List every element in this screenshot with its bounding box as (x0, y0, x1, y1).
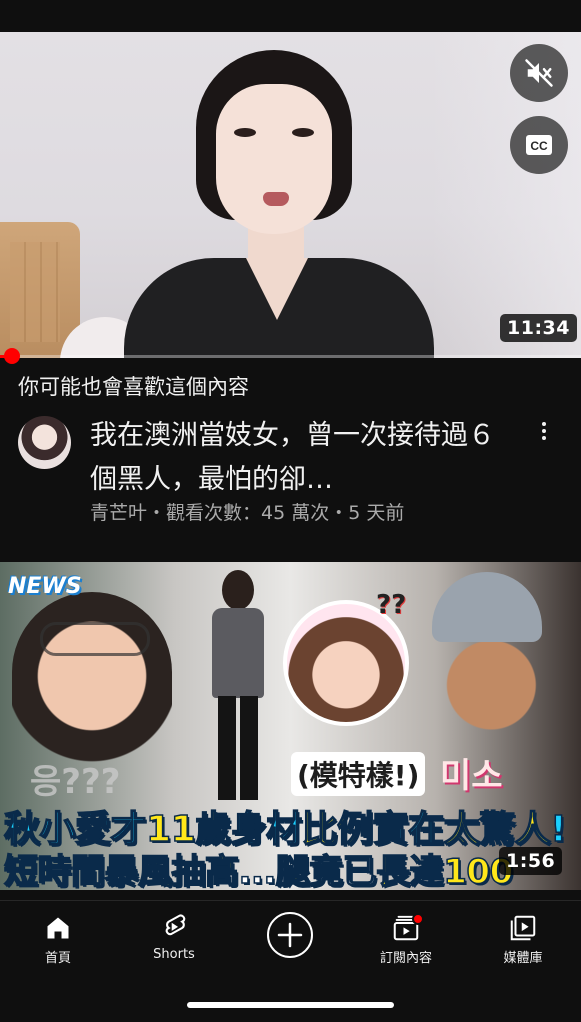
scrubber-handle[interactable] (4, 348, 20, 364)
video-player[interactable] (0, 32, 581, 358)
notification-dot (412, 913, 424, 925)
progress-bar[interactable] (0, 355, 581, 358)
home-icon (47, 917, 69, 939)
thumbnail-person-standing (208, 570, 268, 802)
nav-home-label: 首頁 (44, 951, 71, 966)
nav-subscriptions-label: 訂閱內容 (379, 951, 432, 966)
status-bar (0, 0, 581, 32)
nav-subscriptions[interactable]: 訂閱內容 (356, 911, 456, 971)
more-vertical-icon[interactable] (530, 416, 558, 446)
korean-caption: 미소 (440, 756, 503, 796)
video-item[interactable]: 我在澳洲當妓女，曾一次接待過６個黑人，最怕的卻… 青芒叶・觀看次數：45 萬次・… (0, 412, 581, 532)
nav-library[interactable]: 媒體庫 (473, 911, 573, 971)
nav-home[interactable]: 首頁 (8, 911, 108, 971)
channel-avatar[interactable] (18, 416, 71, 469)
nav-shorts-label: Shorts (153, 947, 195, 962)
video-thumbnail[interactable]: NEWS ?? 응??? (模特樣!) 미소 秋小愛才11歲身材比例實在太驚人!… (0, 562, 581, 890)
thumbnail-tag: (模特樣!) (291, 752, 426, 796)
mute-button[interactable] (510, 44, 568, 102)
shorts-icon (165, 914, 186, 936)
captions-label: CC (530, 139, 548, 153)
video-duration: 11:34 (500, 314, 577, 342)
add-icon (267, 912, 313, 958)
library-icon (510, 915, 536, 941)
news-logo: NEWS (8, 574, 82, 599)
video-frame-person (118, 50, 468, 358)
video-meta: 青芒叶・觀看次數：45 萬次・5 天前 (90, 502, 405, 524)
nav-library-label: 媒體庫 (503, 951, 543, 966)
nav-create[interactable] (240, 911, 340, 971)
section-title: 你可能也會喜歡這個內容 (18, 375, 249, 399)
captions-icon: CC (526, 135, 552, 155)
muted-speaker-icon (525, 59, 553, 87)
thumbnail-caption-line2: 短時間暴風抽高...腿竟已長達100 (3, 851, 514, 890)
home-indicator[interactable] (187, 1002, 394, 1008)
question-marks: ?? (376, 590, 407, 620)
video-duration: 1:56 (499, 847, 563, 875)
video-title[interactable]: 我在澳洲當妓女，曾一次接待過６個黑人，最怕的卻… (90, 414, 510, 502)
nav-shorts[interactable]: Shorts (124, 911, 224, 971)
captions-button[interactable]: CC (510, 116, 568, 174)
speech-text: 응??? (30, 762, 121, 802)
